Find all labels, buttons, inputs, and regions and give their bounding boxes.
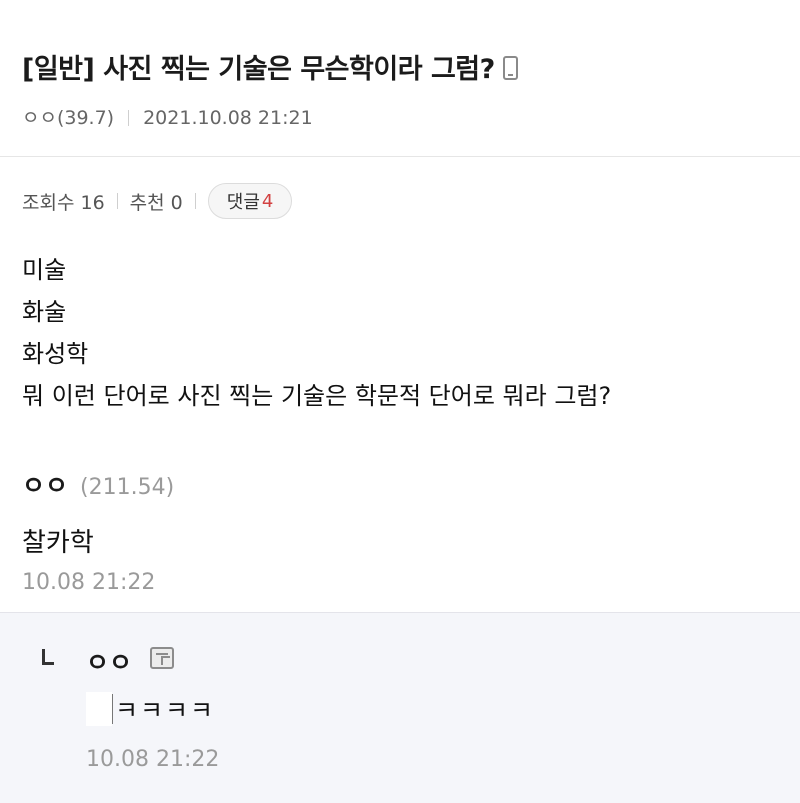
post-datetime: 2021.10.08 21:21 <box>143 107 313 129</box>
stats-divider <box>116 193 118 209</box>
post-title-row: [일반] 사진 찍는 기술은 무슨학이라 그럼? <box>22 47 518 86</box>
body-line: 화술 <box>22 298 67 326</box>
reply-author[interactable]: ㅇㅇ <box>86 643 132 679</box>
phone-icon <box>502 56 518 80</box>
comments-label: 댓글 <box>226 192 260 213</box>
post-meta: ㅇㅇ(39.7) 2021.10.08 21:21 <box>22 103 313 130</box>
post-body: 미술 화술 화성학 뭐 이런 단어로 사진 찍는 기술은 학문적 단어로 뭐라 … <box>22 249 611 417</box>
meta-divider <box>128 110 130 126</box>
body-line: 화성학 <box>22 340 89 368</box>
comment: ㅇㅇ (211.54) 찰카학 10.08 21:22 <box>22 466 174 595</box>
reply-text: ㅋㅋㅋㅋ <box>115 696 216 725</box>
reply-text-row: ㅋㅋㅋㅋ <box>86 691 215 727</box>
view-count: 조회수 16 <box>22 191 105 214</box>
comment-text: 찰카학 <box>22 528 94 558</box>
comment-author-row: ㅇㅇ (211.54) <box>22 466 174 502</box>
comment-author[interactable]: ㅇㅇ <box>22 471 68 500</box>
memo-icon[interactable] <box>150 647 174 669</box>
header-divider <box>0 156 800 157</box>
comments-button[interactable]: 댓글 4 <box>207 183 293 219</box>
post-header: [일반] 사진 찍는 기술은 무슨학이라 그럼? ㅇㅇ(39.7) 2021.10… <box>0 0 800 157</box>
comment-ip: (211.54) <box>80 475 175 500</box>
comment-time: 10.08 21:22 <box>22 570 156 595</box>
author-ip[interactable]: ㅇㅇ(39.7) <box>22 107 114 129</box>
comments-count: 4 <box>261 190 274 212</box>
body-line: 뭐 이런 단어로 사진 찍는 기술은 학문적 단어로 뭐라 그럼? <box>22 382 612 410</box>
post-stats: 조회수 16 추천 0 댓글 4 <box>22 183 293 219</box>
recommend-count: 추천 0 <box>129 191 183 214</box>
reply: ㅇㅇ ㅋㅋㅋㅋ 10.08 21:22 <box>0 612 800 803</box>
post-title: [일반] 사진 찍는 기술은 무슨학이라 그럼? <box>22 54 495 85</box>
post-page: [일반] 사진 찍는 기술은 무슨학이라 그럼? ㅇㅇ(39.7) 2021.10… <box>0 0 800 803</box>
reply-arrow-icon <box>42 649 54 665</box>
body-line: 미술 <box>22 256 67 284</box>
text-divider <box>112 694 113 724</box>
stats-divider <box>194 193 196 209</box>
reply-time: 10.08 21:22 <box>86 747 220 772</box>
redacted-block <box>86 692 112 726</box>
